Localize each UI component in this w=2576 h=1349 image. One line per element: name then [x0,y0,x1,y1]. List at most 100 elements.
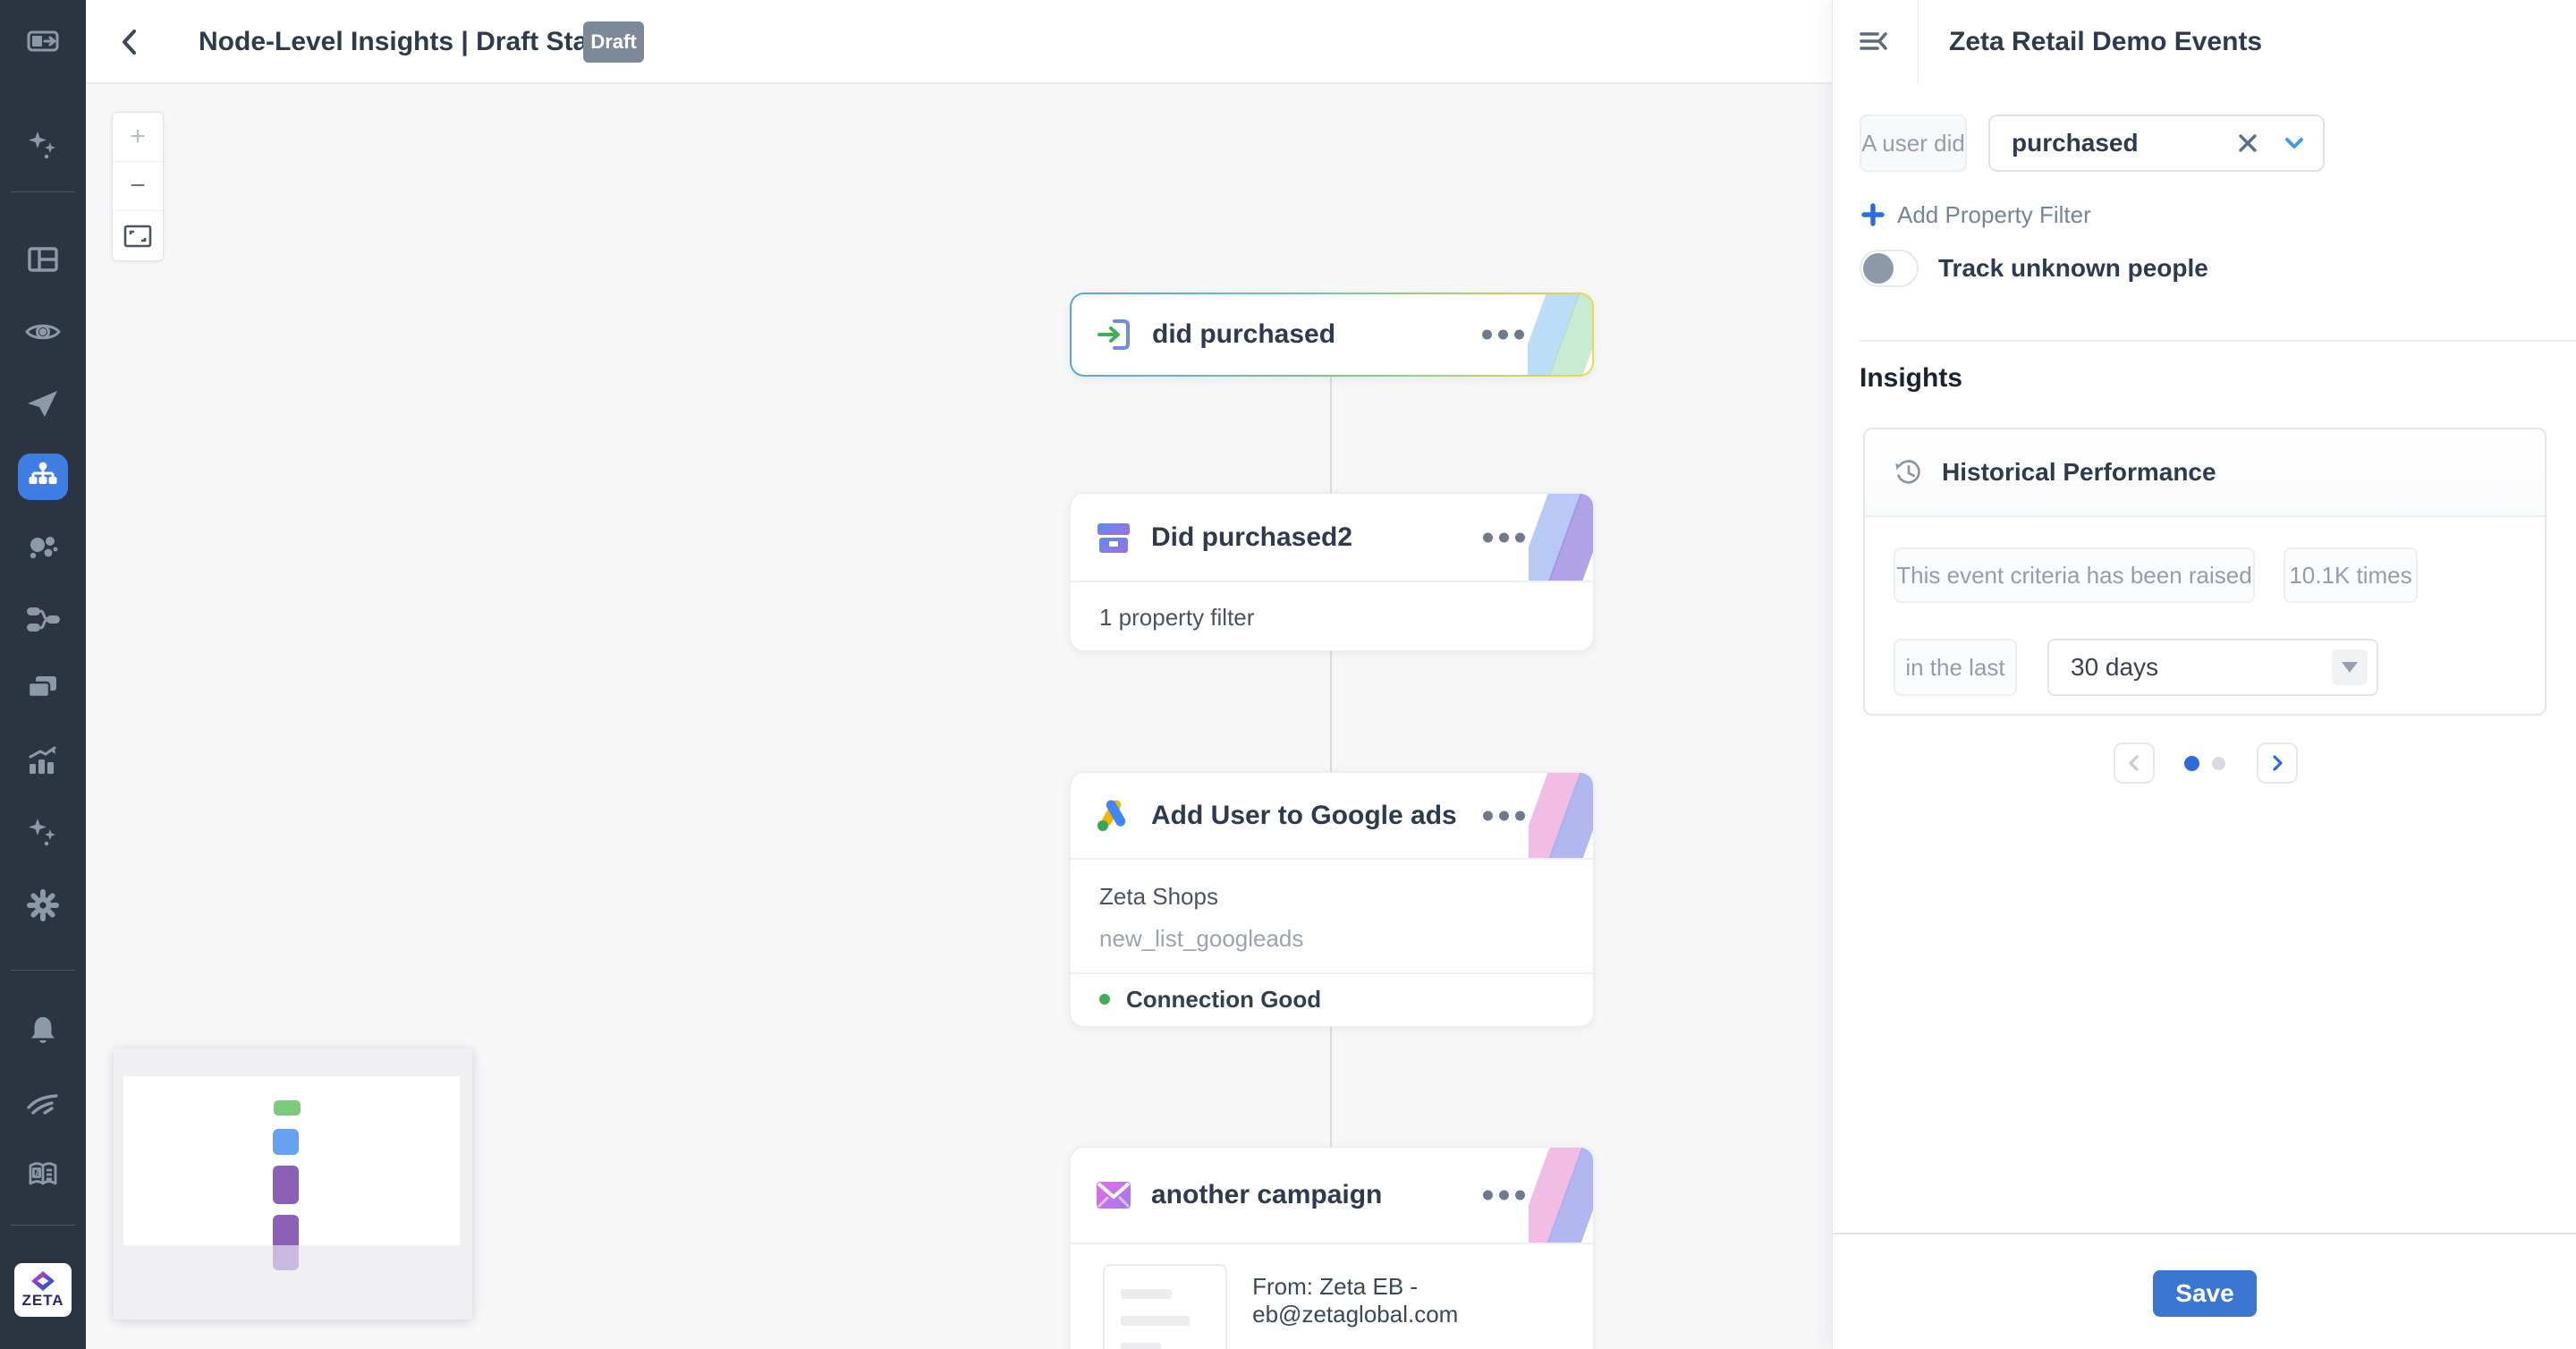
sidebar-divider [11,970,75,971]
journey-icon[interactable] [25,459,61,495]
app-screen: A ZETA Node-Level Insights | Draft State… [0,0,2576,1349]
email-campaign-icon [1094,1175,1133,1215]
node-title: Did purchased2 [1151,522,1352,553]
panel-title: Zeta Retail Demo Events [1949,0,2262,84]
insights-prev-button[interactable] [2114,742,2155,784]
clear-event-icon[interactable] [2230,125,2266,161]
google-ads-icon [1094,796,1133,836]
node-did-purchased2[interactable]: Did purchased2 1 property filter [1070,493,1594,651]
event-settings-panel: Zeta Retail Demo Events A user did purch… [1832,0,2576,1349]
main-sidebar: A ZETA [0,0,86,1349]
page-title: Node-Level Insights | Draft State [199,0,612,84]
edge-connector [1330,1027,1332,1147]
node-menu-button[interactable] [1477,532,1525,542]
page-dot-active [2184,756,2199,771]
node-title: another campaign [1151,1180,1382,1210]
canvas-zoom-controls: + − [112,112,164,261]
node-list-name: new_list_googleads [1099,925,1564,953]
minimap-node [273,1215,299,1270]
connection-status-dot [1099,994,1110,1005]
top-bar: Node-Level Insights | Draft State Draft [86,0,1832,84]
node-decor-stripes [1528,294,1592,375]
toggle-knob [1863,253,1894,284]
audience-icon[interactable] [25,530,61,566]
event-select-value: purchased [2012,129,2230,157]
node-decor-stripes [1529,773,1593,858]
node-property-filter-summary: 1 property filter [1099,582,1564,652]
minimap-node [274,1100,301,1116]
time-window-select[interactable]: 30 days [2047,639,2378,696]
journey-canvas[interactable]: + − did purchased [86,84,1832,1349]
edge-connector [1330,651,1332,772]
track-unknown-toggle[interactable] [1860,250,1919,287]
insights-next-button[interactable] [2257,742,2298,784]
sparkles-icon[interactable] [25,128,61,164]
track-unknown-label: Track unknown people [1938,254,2208,283]
zeta-diamond-icon [31,1271,55,1291]
signal-icon[interactable] [25,1085,61,1121]
bell-icon[interactable] [25,1013,61,1048]
chevron-right-icon [2267,753,2287,773]
svg-text:A: A [35,1169,41,1178]
historical-performance-card: Historical Performance This event criter… [1863,428,2546,716]
back-button[interactable] [113,24,148,60]
node-menu-button[interactable] [1476,330,1524,340]
node-decor-stripes [1529,1148,1593,1243]
node-menu-button[interactable] [1477,1191,1525,1201]
save-button[interactable]: Save [2153,1270,2257,1317]
historical-card-title: Historical Performance [1942,458,2216,487]
window-prefix-chip: in the last [1894,639,2017,696]
target-icon[interactable] [25,314,61,350]
time-window-value: 30 days [2071,653,2332,682]
zoom-in-button[interactable]: + [113,113,163,162]
sparkles-icon[interactable] [25,815,61,851]
history-icon [1892,455,1926,489]
minimap-node [273,1129,299,1155]
book-icon[interactable]: A [25,1157,61,1192]
section-divider [1860,340,2576,342]
triangle-down-icon [2342,662,2358,673]
event-select[interactable]: purchased [1988,115,2325,172]
fit-view-button[interactable] [113,211,163,260]
canvas-minimap[interactable] [114,1048,472,1319]
node-did-purchased[interactable]: did purchased [1070,293,1594,377]
enter-event-icon [1095,315,1134,354]
gear-icon[interactable] [25,887,61,923]
stacked-cards-icon[interactable] [25,671,61,707]
panel-footer: Save [1833,1233,2576,1349]
email-preview-thumbnail [1103,1264,1227,1349]
insights-heading: Insights [1860,363,1962,394]
node-another-campaign[interactable]: another campaign From: Zeta EB - eb@zeta… [1070,1147,1594,1349]
paper-plane-icon[interactable] [25,386,61,422]
panel-header: Zeta Retail Demo Events [1833,0,2576,84]
node-audience-name: Zeta Shops [1099,883,1564,911]
package-icon [1094,518,1133,557]
zeta-logo[interactable]: ZETA [14,1263,72,1317]
raised-criteria-chip: This event criteria has been raised [1894,547,2255,603]
add-property-filter-label: Add Property Filter [1897,201,2091,229]
raised-count-chip: 10.1K times [2284,547,2418,603]
page-dot [2212,757,2225,770]
panel-collapse-icon[interactable] [25,23,61,59]
node-title: did purchased [1152,319,1335,350]
node-decor-stripes [1529,494,1593,581]
analytics-icon[interactable] [25,743,61,779]
add-property-filter-link[interactable]: Add Property Filter [1861,197,2091,233]
edge-connector [1330,377,1332,493]
fit-view-icon [123,223,153,250]
layout-icon[interactable] [25,242,61,277]
connection-status-label: Connection Good [1126,986,1321,1014]
sidebar-divider [11,191,75,192]
zoom-out-button[interactable]: − [113,162,163,211]
minimap-node [273,1166,299,1204]
dropdown-arrow-button[interactable] [2332,649,2368,685]
flow-split-icon[interactable] [25,601,61,637]
node-add-user-google-ads[interactable]: Add User to Google ads Zeta Shops new_li… [1070,772,1594,1027]
draft-status-badge: Draft [583,21,644,63]
node-menu-button[interactable] [1477,810,1525,820]
historical-card-header: Historical Performance [1865,429,2545,517]
zeta-logo-text: ZETA [21,1292,64,1310]
collapse-panel-icon[interactable] [1858,24,1894,60]
header-divider [1918,0,1919,84]
chevron-down-icon[interactable] [2278,127,2310,159]
